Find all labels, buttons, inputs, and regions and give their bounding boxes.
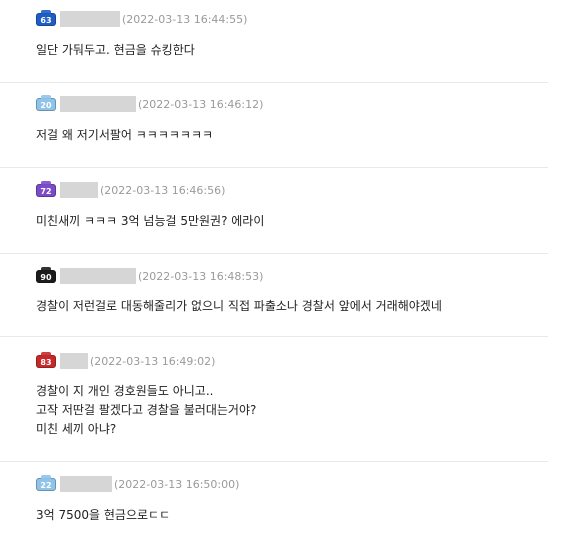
level-badge-icon: 63	[36, 9, 56, 26]
level-badge-icon: 90	[36, 266, 56, 283]
comment-date: (2022-03-13 16:48:53)	[138, 269, 264, 283]
comment-line: 경찰이 지 개인 경호원들도 아니고..	[36, 384, 214, 398]
comment-body: 경찰이 저런걸로 대동해줄리가 없으니 직접 파출소나 경찰서 앞에서 거래해야…	[36, 297, 442, 316]
comment-line: 미친 세끼 아냐?	[36, 422, 117, 436]
comment-item: 83 (2022-03-13 16:49:02) 경찰이 지 개인 경호원들도 …	[0, 337, 548, 462]
redacted-username[interactable]	[60, 182, 98, 198]
level-badge-icon: 22	[36, 474, 56, 491]
comment-line: 미친새끼 ㅋㅋㅋ 3억 넘능걸 5만원권? 에라이	[36, 214, 265, 228]
redacted-username[interactable]	[60, 96, 136, 112]
comment-meta: 63 (2022-03-13 16:44:55)	[36, 9, 248, 27]
comment-item: 90 (2022-03-13 16:48:53) 경찰이 저런걸로 대동해줄리가…	[0, 254, 548, 337]
comment-body: 미친새끼 ㅋㅋㅋ 3억 넘능걸 5만원권? 에라이	[36, 212, 264, 231]
level-badge-icon: 72	[36, 180, 56, 197]
level-badge-icon: 83	[36, 351, 56, 368]
comment-meta: 20 (2022-03-13 16:46:12)	[36, 94, 264, 112]
comment-line: 저걸 왜 저기서팔어 ㅋㅋㅋㅋㅋㅋㅋ	[36, 128, 214, 142]
comment-meta: 22 (2022-03-13 16:50:00)	[36, 474, 240, 492]
comment-body: 경찰이 지 개인 경호원들도 아니고.. 고작 저딴걸 팔겠다고 경찰을 불러대…	[36, 382, 256, 439]
comment-meta: 72 (2022-03-13 16:46:56)	[36, 180, 226, 198]
redacted-username[interactable]	[60, 476, 112, 492]
redacted-username[interactable]	[60, 353, 88, 369]
comment-meta: 90 (2022-03-13 16:48:53)	[36, 266, 264, 284]
comment-date: (2022-03-13 16:46:12)	[138, 97, 264, 111]
comment-body: 저걸 왜 저기서팔어 ㅋㅋㅋㅋㅋㅋㅋ	[36, 126, 213, 145]
redacted-username[interactable]	[60, 268, 136, 284]
comment-meta: 83 (2022-03-13 16:49:02)	[36, 351, 216, 369]
comment-line: 일단 가둬두고. 현금을 슈킹한다	[36, 43, 195, 57]
level-badge-icon: 20	[36, 94, 56, 111]
comment-item: 72 (2022-03-13 16:46:56) 미친새끼 ㅋㅋㅋ 3억 넘능걸…	[0, 168, 548, 254]
comment-line: 경찰이 저런걸로 대동해줄리가 없으니 직접 파출소나 경찰서 앞에서 거래해야…	[36, 299, 442, 313]
comment-date: (2022-03-13 16:49:02)	[90, 354, 216, 368]
comment-item: 20 (2022-03-13 16:46:12) 저걸 왜 저기서팔어 ㅋㅋㅋㅋ…	[0, 83, 548, 168]
comment-line: 3억 7500을 현금으로ㄷㄷ	[36, 508, 171, 522]
comment-item: 63 (2022-03-13 16:44:55) 일단 가둬두고. 현금을 슈킹…	[0, 0, 548, 83]
redacted-username[interactable]	[60, 11, 120, 27]
comment-body: 일단 가둬두고. 현금을 슈킹한다	[36, 41, 195, 60]
comment-date: (2022-03-13 16:44:55)	[122, 12, 248, 26]
comment-line: 고작 저딴걸 팔겠다고 경찰을 불러대는거야?	[36, 403, 257, 417]
comment-body: 3억 7500을 현금으로ㄷㄷ	[36, 506, 170, 525]
comment-date: (2022-03-13 16:46:56)	[100, 183, 226, 197]
comment-date: (2022-03-13 16:50:00)	[114, 477, 240, 491]
comment-item: 22 (2022-03-13 16:50:00) 3억 7500을 현금으로ㄷㄷ	[0, 462, 548, 543]
